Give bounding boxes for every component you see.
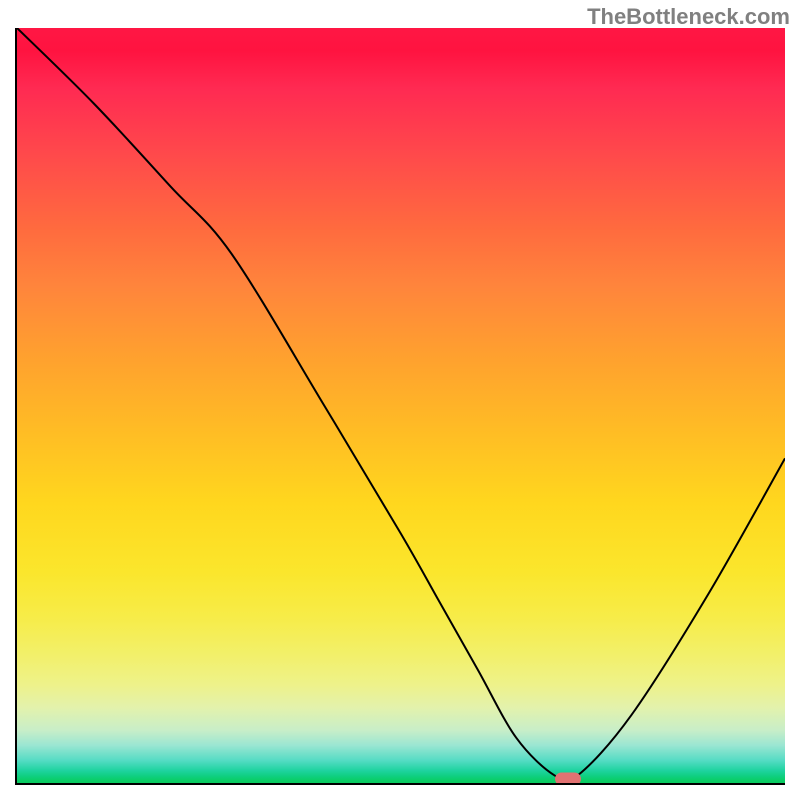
bottleneck-chart: TheBottleneck.com bbox=[0, 0, 800, 800]
plot-area bbox=[15, 28, 785, 785]
bottleneck-curve-path bbox=[17, 28, 785, 782]
optimal-marker bbox=[555, 772, 581, 785]
curve-svg bbox=[17, 28, 785, 783]
watermark-text: TheBottleneck.com bbox=[587, 4, 790, 30]
